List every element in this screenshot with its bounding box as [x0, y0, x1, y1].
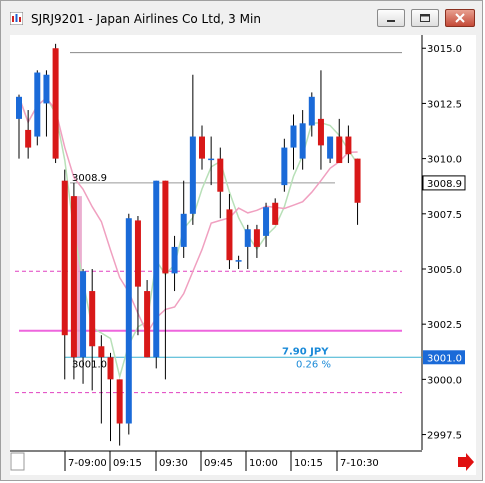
- x-tick-label: 09:30: [159, 458, 188, 469]
- candle-body: [345, 136, 352, 155]
- measure-top-label: 3008.9: [72, 173, 107, 184]
- close-button[interactable]: [445, 9, 475, 27]
- range-percent-label: 0.26 %: [296, 359, 331, 370]
- candle-body: [272, 202, 279, 225]
- candle-body: [263, 207, 270, 236]
- price-chart[interactable]: 3008.9 3001.0 7.90 JPY 0.26 % 3015.0 3012.5 3…: [10, 35, 476, 475]
- candle-body: [290, 125, 297, 148]
- title-bar[interactable]: SJRJ9201 - Japan Airlines Co Ltd, 3 Min: [1, 1, 482, 35]
- candle: [144, 280, 151, 358]
- candle: [125, 213, 132, 435]
- minimize-icon: [387, 20, 395, 22]
- candle-body: [116, 379, 123, 424]
- candle: [34, 70, 41, 146]
- candle-body: [43, 74, 50, 104]
- candle: [153, 180, 160, 369]
- candle-body: [134, 220, 141, 287]
- candle-body: [308, 96, 315, 126]
- candle-body: [80, 271, 87, 358]
- x-tick-label: 10:00: [249, 458, 278, 469]
- candle-body: [70, 196, 77, 358]
- candle-body: [180, 213, 187, 247]
- candle-body: [125, 218, 132, 424]
- candle-body: [336, 136, 343, 164]
- price-axis[interactable]: [422, 35, 476, 450]
- candle-body: [153, 180, 160, 358]
- candle-body: [253, 229, 260, 247]
- candle-body: [162, 180, 169, 274]
- range-value-label: 7.90 JPY: [282, 346, 329, 357]
- chart-window: SJRJ9201 - Japan Airlines Co Ltd, 3 Min: [0, 0, 483, 481]
- candle-body: [354, 158, 361, 203]
- candle-body: [199, 136, 205, 159]
- candle-body: [34, 72, 41, 137]
- scroll-box[interactable]: [10, 452, 25, 471]
- x-tick-label: 09:15: [113, 458, 142, 469]
- candle-body: [235, 260, 242, 262]
- candle-body: [327, 136, 334, 159]
- maximize-button[interactable]: [411, 9, 439, 27]
- y-tick-label: 3000.0: [427, 375, 462, 386]
- y-tick-label: 3007.5: [427, 210, 462, 221]
- candle-body: [144, 291, 151, 358]
- y-tick-label: 2997.5: [427, 431, 462, 442]
- x-tick-label: 10:15: [294, 458, 323, 469]
- chart-app-icon: [10, 12, 23, 25]
- x-tick-label: 7-10:30: [340, 458, 379, 469]
- close-icon: [455, 13, 465, 23]
- candle-body: [61, 180, 68, 336]
- candle-body: [171, 246, 178, 274]
- measure-low-label: 3001.0: [72, 359, 107, 370]
- x-tick-label: 7-09:00: [68, 458, 107, 469]
- x-tick-label: 09:45: [204, 458, 233, 469]
- candle-body: [208, 158, 215, 161]
- candle-body: [189, 136, 196, 214]
- candle-body: [52, 48, 59, 159]
- y-tick-label: 3012.5: [427, 99, 462, 110]
- y-tick-label: 3015.0: [427, 44, 462, 55]
- candle-body: [89, 291, 96, 347]
- chart-area[interactable]: 3008.9 3001.0 7.90 JPY 0.26 % 3015.0 3012.5 3…: [10, 35, 476, 475]
- y-tick-label: 3010.0: [427, 155, 462, 166]
- candle-body: [16, 96, 22, 119]
- candle-body: [299, 123, 306, 159]
- marker-price-label: 3001.0: [427, 353, 462, 364]
- candle: [70, 182, 77, 380]
- candle-body: [281, 147, 288, 186]
- minimize-button[interactable]: [377, 9, 405, 27]
- candle-body: [317, 118, 324, 146]
- window-title: SJRJ9201 - Japan Airlines Co Ltd, 3 Min: [31, 12, 261, 26]
- candle-body: [107, 357, 114, 380]
- last-price-label: 3008.9: [427, 179, 462, 190]
- candle-body: [98, 346, 105, 358]
- y-tick-label: 3002.5: [427, 320, 462, 331]
- y-tick-label: 3005.0: [427, 265, 462, 276]
- candle: [52, 43, 59, 164]
- candle-body: [217, 158, 224, 192]
- candle-body: [244, 229, 251, 247]
- maximize-icon: [420, 14, 430, 22]
- candle-body: [25, 129, 32, 148]
- candle-body: [226, 209, 233, 261]
